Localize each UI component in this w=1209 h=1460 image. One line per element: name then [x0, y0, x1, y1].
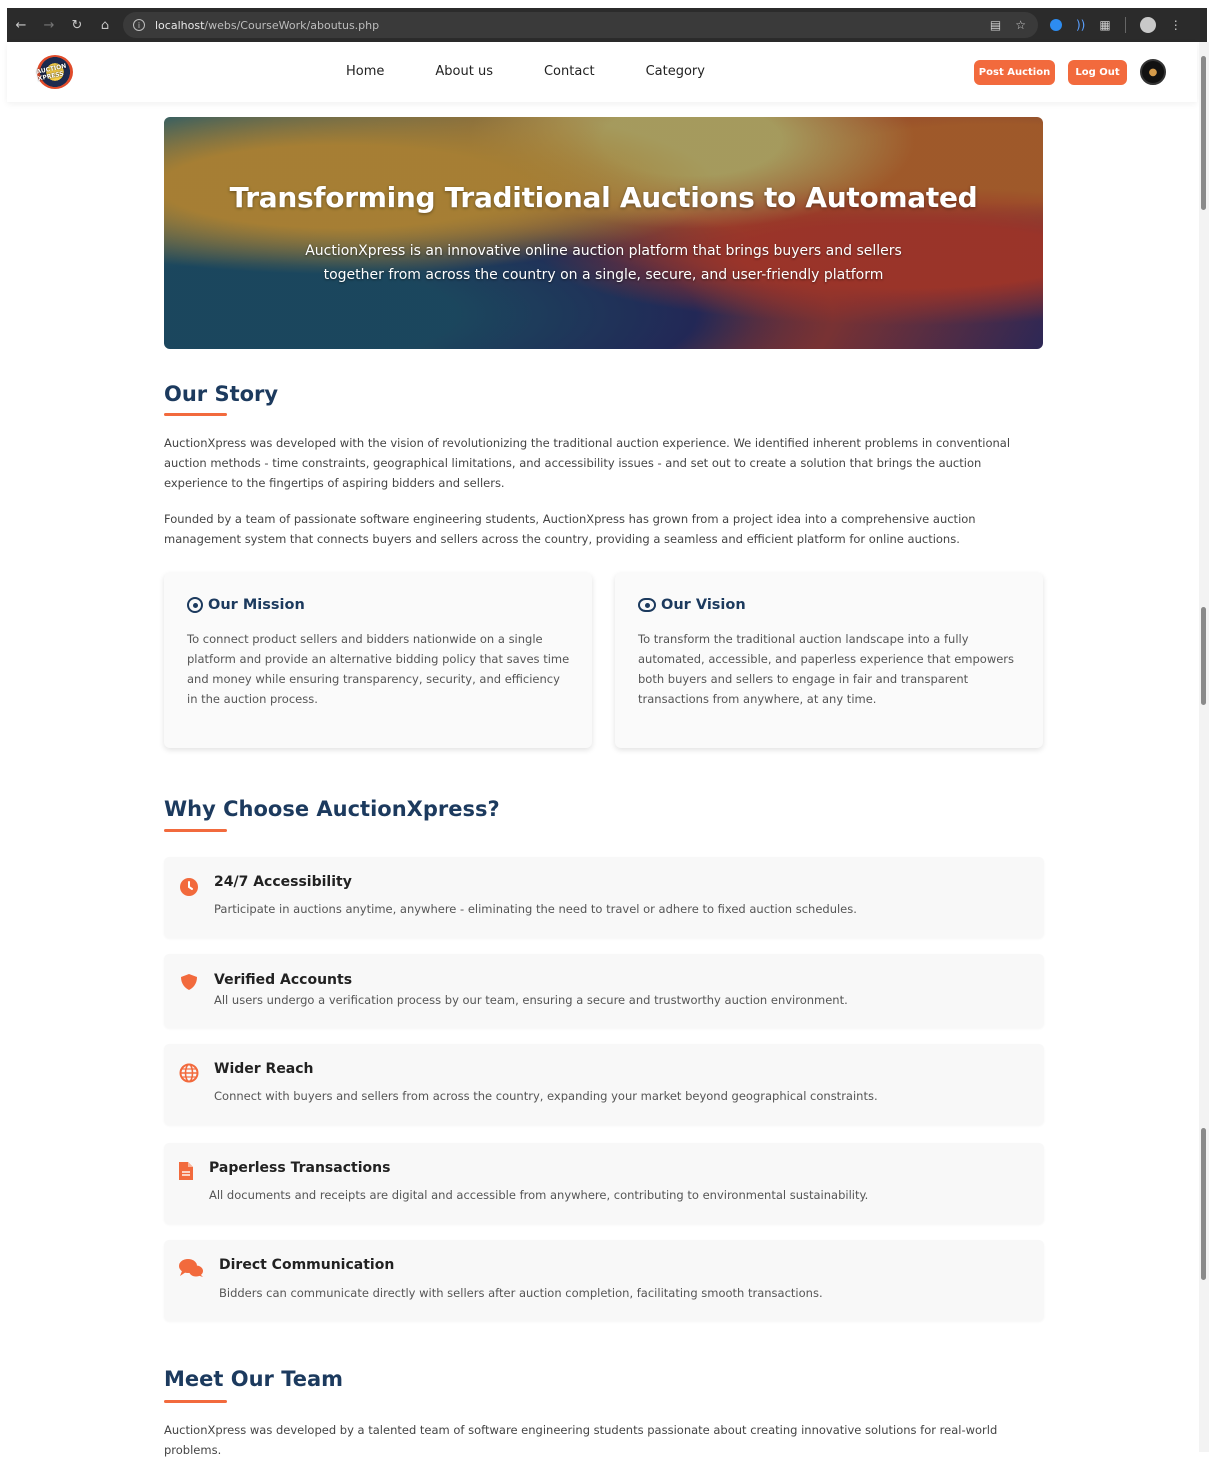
target-icon: [187, 597, 203, 613]
mission-title: Our Mission: [208, 597, 305, 613]
scrollbar-marker: [1201, 607, 1206, 705]
toolbar-separator: [1124, 17, 1126, 33]
feature-title: Direct Communication: [219, 1257, 395, 1273]
eye-icon: [638, 598, 656, 612]
feature-text: Connect with buyers and sellers from acr…: [214, 1089, 878, 1103]
vision-card: Our Vision To transform the traditional …: [615, 573, 1043, 748]
feature-title: 24/7 Accessibility: [214, 874, 352, 890]
nav-contact[interactable]: Contact: [544, 64, 595, 79]
hero-subtitle: AuctionXpress is an innovative online au…: [305, 243, 902, 283]
team-title: Meet Our Team: [164, 1367, 344, 1391]
feature-text: Participate in auctions anytime, anywher…: [214, 902, 857, 916]
extension-icon[interactable]: [1050, 19, 1062, 31]
scrollbar-thumb[interactable]: [1201, 56, 1206, 210]
mission-text: To connect product sellers and bidders n…: [187, 632, 570, 706]
hero-title: Transforming Traditional Auctions to Aut…: [229, 181, 978, 214]
section-underline: [164, 1400, 227, 1403]
feature-text: All documents and receipts are digital a…: [209, 1188, 869, 1202]
site-header: AUCTION XPRESS Home About us Contact Cat…: [7, 42, 1197, 102]
hero-banner: Transforming Traditional Auctions to Aut…: [164, 117, 1043, 349]
story-title: Our Story: [164, 382, 279, 406]
clock-icon: [179, 877, 199, 897]
profile-icon[interactable]: [1139, 17, 1156, 33]
post-auction-button[interactable]: Post Auction: [974, 60, 1055, 85]
mission-heading: Our Mission: [187, 597, 305, 613]
why-title: Why Choose AuctionXpress?: [164, 797, 500, 821]
chat-icon: [178, 1258, 204, 1278]
site-info-icon[interactable]: i: [133, 19, 145, 31]
extensions-puzzle-icon[interactable]: ▦: [1099, 18, 1110, 32]
feature-title: Paperless Transactions: [209, 1160, 391, 1176]
menu-kebab-icon[interactable]: ⋮: [1170, 18, 1182, 32]
logout-button[interactable]: Log Out: [1068, 60, 1127, 85]
home-icon[interactable]: ⌂: [91, 11, 119, 39]
nav-about-us[interactable]: About us: [435, 64, 493, 79]
story-paragraph-1: AuctionXpress was developed with the vis…: [164, 436, 1011, 490]
vision-heading: Our Vision: [638, 597, 746, 613]
feature-card: Direct Communication Bidders can communi…: [164, 1240, 1044, 1321]
team-text: AuctionXpress was developed by a talente…: [164, 1423, 998, 1457]
feature-card: Verified Accounts All users undergo a ve…: [164, 954, 1044, 1028]
feature-text: All users undergo a verification process…: [214, 993, 848, 1007]
nav-category[interactable]: Category: [646, 64, 705, 79]
mission-card: Our Mission To connect product sellers a…: [164, 573, 592, 748]
user-avatar[interactable]: ●: [1140, 59, 1166, 85]
section-underline: [164, 829, 227, 832]
browser-toolbar: ← → ↻ ⌂ i localhost/webs/CourseWork/abou…: [7, 8, 1207, 42]
feature-card: Wider Reach Connect with buyers and sell…: [164, 1044, 1044, 1125]
reload-icon[interactable]: ↻: [63, 11, 91, 39]
reading-mode-icon[interactable]: ▤: [990, 18, 1001, 32]
forward-icon[interactable]: →: [35, 11, 63, 39]
feature-title: Verified Accounts: [214, 972, 353, 988]
audio-icon[interactable]: )): [1076, 18, 1085, 32]
document-icon: [176, 1161, 196, 1181]
shield-icon: [179, 972, 199, 992]
url-path: /webs/CourseWork/aboutus.php: [204, 18, 380, 32]
vision-text: To transform the traditional auction lan…: [638, 632, 1015, 706]
nav-home[interactable]: Home: [346, 64, 384, 79]
page-scrollbar[interactable]: [1199, 42, 1209, 1452]
vision-title: Our Vision: [661, 597, 746, 613]
main-nav: Home About us Contact Category: [346, 64, 705, 79]
feature-title: Wider Reach: [214, 1061, 314, 1077]
address-bar[interactable]: i localhost/webs/CourseWork/aboutus.php …: [123, 12, 1038, 38]
site-logo[interactable]: AUCTION XPRESS: [36, 55, 73, 89]
section-underline: [164, 413, 227, 416]
feature-text: Bidders can communicate directly with se…: [219, 1286, 823, 1300]
feature-card: Paperless Transactions All documents and…: [164, 1143, 1044, 1224]
story-paragraph-2: Founded by a team of passionate software…: [164, 512, 976, 546]
url-host: localhost: [155, 18, 205, 32]
back-icon[interactable]: ←: [7, 11, 35, 39]
scrollbar-marker: [1201, 1128, 1206, 1280]
feature-card: 24/7 Accessibility Participate in auctio…: [164, 857, 1044, 938]
bookmark-star-icon[interactable]: ☆: [1015, 18, 1026, 32]
globe-icon: [179, 1063, 199, 1083]
